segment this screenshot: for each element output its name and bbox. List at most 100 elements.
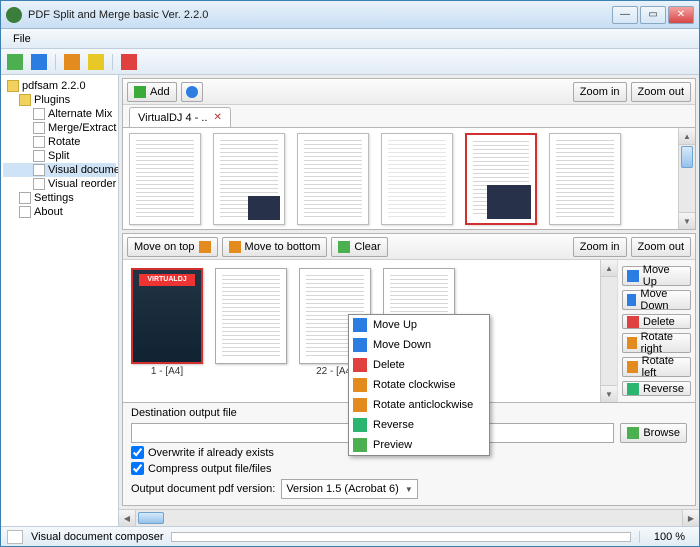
scroll-right-icon[interactable]: ▶ — [682, 510, 699, 526]
reverse-icon — [353, 418, 367, 432]
ctx-reverse[interactable]: Reverse — [349, 415, 489, 435]
scroll-up-icon[interactable]: ▲ — [679, 128, 695, 145]
main-toolbar — [1, 49, 699, 75]
side-reverse-button[interactable]: Reverse — [622, 381, 691, 396]
scroll-down-icon[interactable]: ▼ — [601, 385, 617, 402]
tab-close-icon[interactable]: ✕ — [214, 112, 222, 123]
pdf-version-select[interactable]: Version 1.5 (Acrobat 6)▼ — [281, 479, 417, 499]
rotate-right-icon — [627, 337, 637, 349]
horizontal-scrollbar[interactable]: ◀ ▶ — [119, 509, 699, 526]
ctx-preview[interactable]: Preview — [349, 435, 489, 455]
virtualdj-logo: VIRTUALDJ — [139, 274, 195, 286]
tree-plugins[interactable]: Plugins — [3, 93, 116, 107]
page-icon — [33, 136, 45, 148]
window-title: PDF Split and Merge basic Ver. 2.2.0 — [28, 9, 612, 21]
browse-button[interactable]: Browse — [620, 423, 687, 443]
source-page-1[interactable] — [129, 133, 201, 225]
ctx-rotate-cw[interactable]: Rotate clockwise — [349, 375, 489, 395]
arrow-up-icon — [627, 270, 639, 282]
side-rotate-left-button[interactable]: Rotate left — [622, 357, 691, 377]
tree-item-split[interactable]: Split — [3, 149, 116, 163]
page-icon — [33, 164, 45, 176]
source-scrollbar[interactable]: ▲ ▼ — [678, 128, 695, 229]
tree-item-altmix[interactable]: Alternate Mix — [3, 107, 116, 121]
maximize-button[interactable]: ▭ — [640, 6, 666, 24]
document-tab[interactable]: VirtualDJ 4 - ..✕ — [129, 107, 231, 127]
page-icon — [33, 178, 45, 190]
info-button[interactable] — [181, 82, 203, 102]
compress-checkbox[interactable] — [131, 462, 144, 475]
source-page-2[interactable] — [213, 133, 285, 225]
delete-icon — [353, 358, 367, 372]
tree-settings[interactable]: Settings — [3, 191, 116, 205]
page-icon — [19, 192, 31, 204]
arrow-down-icon — [353, 338, 367, 352]
tree-item-visual-document[interactable]: Visual document — [3, 163, 116, 177]
source-page-6[interactable] — [549, 133, 621, 225]
ctx-delete[interactable]: Delete — [349, 355, 489, 375]
toolbar-clear-icon[interactable] — [88, 54, 104, 70]
toolbar-open-icon[interactable] — [7, 54, 23, 70]
scroll-left-icon[interactable]: ◀ — [119, 510, 136, 526]
overwrite-checkbox[interactable] — [131, 446, 144, 459]
tree-item-visual-reorder[interactable]: Visual reorder — [3, 177, 116, 191]
app-window: PDF Split and Merge basic Ver. 2.2.0 — ▭… — [0, 0, 700, 547]
toolbar-log-icon[interactable] — [64, 54, 80, 70]
minimize-button[interactable]: — — [612, 6, 638, 24]
toolbar-save-icon[interactable] — [31, 54, 47, 70]
menubar: File — [1, 29, 699, 49]
info-icon — [186, 86, 198, 98]
progress-bar — [171, 532, 631, 542]
rotate-cw-icon — [353, 378, 367, 392]
close-button[interactable]: ✕ — [668, 6, 694, 24]
page-caption: 1 - [A4] — [151, 366, 183, 377]
reverse-icon — [627, 383, 639, 395]
comp-scrollbar[interactable]: ▲ ▼ — [600, 260, 617, 402]
side-move-down-button[interactable]: Move Down — [622, 290, 691, 310]
scroll-up-icon[interactable]: ▲ — [601, 260, 617, 277]
page-icon — [33, 150, 45, 162]
side-move-up-button[interactable]: Move Up — [622, 266, 691, 286]
delete-icon — [627, 316, 639, 328]
add-button[interactable]: Add — [127, 82, 177, 102]
comp-page-2[interactable] — [215, 268, 287, 366]
comp-zoom-in-button[interactable]: Zoom in — [573, 237, 627, 257]
tree-item-rotate[interactable]: Rotate — [3, 135, 116, 149]
progress-percent: 100 % — [639, 531, 693, 543]
source-panel: Add Zoom in Zoom out VirtualDJ 4 - ..✕ — [122, 78, 696, 230]
folder-icon — [627, 427, 639, 439]
tree-item-merge[interactable]: Merge/Extract — [3, 121, 116, 135]
side-rotate-right-button[interactable]: Rotate right — [622, 333, 691, 353]
page-icon — [33, 122, 45, 134]
menu-file[interactable]: File — [7, 31, 37, 47]
context-menu: Move Up Move Down Delete Rotate clockwis… — [348, 314, 490, 456]
plus-icon — [134, 86, 146, 98]
zoom-in-button[interactable]: Zoom in — [573, 82, 627, 102]
page-icon — [19, 206, 31, 218]
plugin-tree: pdfsam 2.2.0 Plugins Alternate Mix Merge… — [3, 79, 116, 219]
scroll-down-icon[interactable]: ▼ — [679, 212, 695, 229]
tree-about[interactable]: About — [3, 205, 116, 219]
source-page-5[interactable] — [465, 133, 537, 225]
ctx-move-up[interactable]: Move Up — [349, 315, 489, 335]
app-icon — [6, 7, 22, 23]
source-page-3[interactable] — [297, 133, 369, 225]
tree-root[interactable]: pdfsam 2.2.0 — [3, 79, 116, 93]
ctx-rotate-acw[interactable]: Rotate anticlockwise — [349, 395, 489, 415]
comp-zoom-out-button[interactable]: Zoom out — [631, 237, 691, 257]
folder-icon — [19, 94, 31, 106]
scroll-thumb[interactable] — [681, 146, 693, 168]
side-delete-button[interactable]: Delete — [622, 314, 691, 329]
rotate-acw-icon — [353, 398, 367, 412]
overwrite-label: Overwrite if already exists — [148, 447, 274, 459]
compress-label: Compress output file/files — [148, 463, 272, 475]
clear-button[interactable]: Clear — [331, 237, 387, 257]
source-page-4[interactable] — [381, 133, 453, 225]
move-bottom-button[interactable]: Move to bottom — [222, 237, 328, 257]
move-top-button[interactable]: Move on top — [127, 237, 218, 257]
comp-page-1[interactable]: VIRTUALDJ 1 - [A4] — [131, 268, 203, 377]
scroll-thumb[interactable] — [138, 512, 164, 524]
zoom-out-button[interactable]: Zoom out — [631, 82, 691, 102]
ctx-move-down[interactable]: Move Down — [349, 335, 489, 355]
toolbar-exit-icon[interactable] — [121, 54, 137, 70]
